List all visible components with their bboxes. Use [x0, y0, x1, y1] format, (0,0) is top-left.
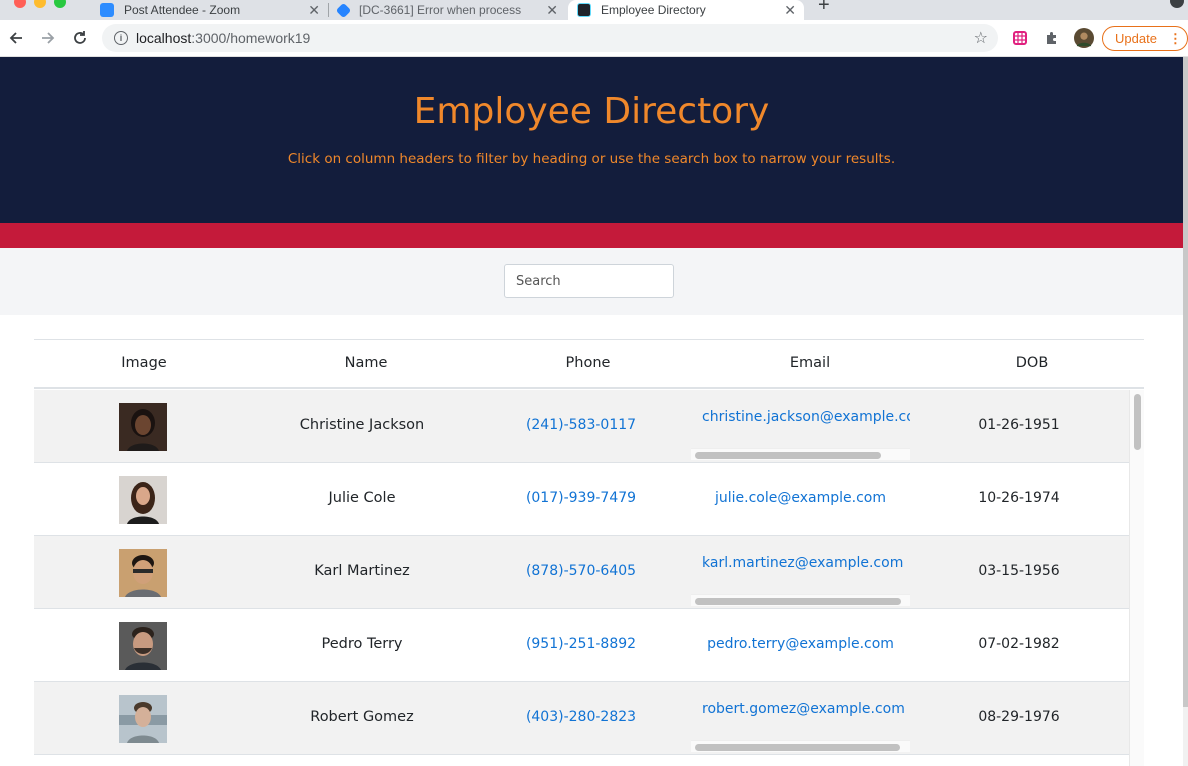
- close-window-button[interactable]: [14, 0, 26, 8]
- tab-separator: [328, 3, 329, 17]
- email-horizontal-scrollbar[interactable]: [691, 594, 910, 606]
- bookmark-star-icon[interactable]: ☆: [974, 28, 988, 47]
- table-body: Christine Jackson (241)-583-0117 christi…: [34, 390, 1144, 766]
- table-header: Image Name Phone Email DOB: [34, 339, 1144, 389]
- close-tab-icon[interactable]: ✕: [546, 2, 558, 19]
- close-tab-icon[interactable]: ✕: [308, 2, 320, 19]
- employee-photo: [119, 622, 167, 670]
- employee-photo: [119, 476, 167, 524]
- arrow-right-icon: [42, 32, 55, 44]
- column-header-phone[interactable]: Phone: [488, 355, 688, 371]
- search-input[interactable]: [504, 264, 674, 298]
- more-menu-icon: ⋮: [1168, 30, 1182, 46]
- employee-phone-link[interactable]: (241)-583-0117: [481, 417, 681, 433]
- employee-phone-link[interactable]: (951)-251-8892: [481, 636, 681, 652]
- scrollbar-thumb[interactable]: [1183, 57, 1188, 707]
- employee-photo: [119, 549, 167, 597]
- browser-tab-jira[interactable]: [DC-3661] Error when process ✕: [330, 0, 566, 20]
- employee-dob: 03-15-1956: [978, 563, 1060, 579]
- tab-title: [DC-3661] Error when process: [359, 3, 522, 17]
- column-header-name[interactable]: Name: [266, 355, 466, 371]
- zoom-icon: [100, 3, 114, 17]
- employee-email-link[interactable]: christine.jackson@example.com: [702, 409, 910, 425]
- url-host: localhost: [136, 30, 192, 46]
- browser-tab-employee-directory[interactable]: Employee Directory ✕: [568, 0, 804, 20]
- employee-photo: [119, 403, 167, 451]
- employee-phone-link[interactable]: (017)-939-7479: [481, 490, 681, 506]
- site-info-icon[interactable]: i: [114, 31, 128, 45]
- scrollbar-thumb[interactable]: [695, 744, 900, 751]
- email-cell: karl.martinez@example.com: [691, 549, 910, 607]
- employee-email-link[interactable]: julie.cole@example.com: [691, 490, 910, 506]
- browser-toolbar: i localhost:3000/homework19 ☆ Update ⋮: [0, 20, 1188, 57]
- tab-title: Post Attendee - Zoom: [124, 3, 241, 17]
- close-tab-icon[interactable]: ✕: [784, 2, 796, 19]
- email-cell: robert.gomez@example.com: [691, 695, 910, 753]
- employee-name: Julie Cole: [328, 490, 396, 506]
- employee-email-link[interactable]: karl.martinez@example.com: [702, 555, 910, 571]
- url-path: :3000/homework19: [191, 30, 311, 46]
- scrollbar-thumb[interactable]: [1134, 394, 1141, 450]
- employee-dob: 01-26-1951: [978, 417, 1060, 433]
- browser-tab-bar: Post Attendee - Zoom ✕ [DC-3661] Error w…: [0, 0, 1188, 20]
- search-section: [0, 248, 1183, 315]
- browser-update-button[interactable]: Update ⋮: [1102, 26, 1188, 51]
- employee-name: Christine Jackson: [299, 417, 425, 433]
- extensions-puzzle-icon[interactable]: [1042, 28, 1062, 48]
- address-bar[interactable]: i localhost:3000/homework19 ☆: [102, 24, 998, 52]
- profile-avatar[interactable]: [1074, 28, 1094, 48]
- employee-email-link[interactable]: robert.gomez@example.com: [702, 701, 910, 717]
- table-row: Karl Martinez (878)-570-6405 karl.martin…: [34, 536, 1129, 609]
- reload-icon: [74, 31, 86, 44]
- email-cell: julie.cole@example.com: [691, 476, 910, 534]
- url-text: localhost:3000/homework19: [136, 30, 310, 46]
- employee-photo: [119, 695, 167, 743]
- email-horizontal-scrollbar[interactable]: [691, 448, 910, 460]
- page-viewport: Employee Directory Click on column heade…: [0, 57, 1183, 766]
- new-tab-button[interactable]: +: [818, 0, 830, 17]
- table-row: Robert Gomez (403)-280-2823 robert.gomez…: [34, 682, 1129, 755]
- column-header-dob[interactable]: DOB: [932, 355, 1132, 371]
- zoom-window-button[interactable]: [54, 0, 66, 8]
- tab-search-icon[interactable]: [1170, 0, 1184, 8]
- employee-dob: 07-02-1982: [978, 636, 1060, 652]
- employee-name: Pedro Terry: [321, 636, 403, 652]
- react-icon: [577, 3, 591, 17]
- page-scrollbar[interactable]: [1183, 57, 1188, 766]
- employee-phone-link[interactable]: (878)-570-6405: [481, 563, 681, 579]
- employee-email-link[interactable]: pedro.terry@example.com: [691, 636, 910, 652]
- back-button[interactable]: [4, 26, 28, 50]
- accent-stripe: [0, 223, 1183, 248]
- employee-name: Robert Gomez: [310, 709, 414, 725]
- email-cell: pedro.terry@example.com: [691, 622, 910, 680]
- browser-tab-zoom[interactable]: Post Attendee - Zoom ✕: [92, 0, 328, 20]
- forward-button[interactable]: [36, 26, 60, 50]
- page-title: Employee Directory: [413, 91, 770, 132]
- table-row: Julie Cole (017)-939-7479 julie.cole@exa…: [34, 463, 1129, 536]
- employee-dob: 08-29-1976: [978, 709, 1060, 725]
- update-label: Update: [1115, 31, 1157, 46]
- employee-name: Karl Martinez: [314, 563, 410, 579]
- email-horizontal-scrollbar[interactable]: [691, 740, 910, 752]
- employee-phone-link[interactable]: (403)-280-2823: [481, 709, 681, 725]
- employee-dob: 10-26-1974: [978, 490, 1060, 506]
- column-header-image[interactable]: Image: [44, 355, 244, 371]
- email-cell: christine.jackson@example.com: [691, 403, 910, 461]
- table-row: Pedro Terry (951)-251-8892 pedro.terry@e…: [34, 609, 1129, 682]
- minimize-window-button[interactable]: [34, 0, 46, 8]
- column-header-email[interactable]: Email: [710, 355, 910, 371]
- hero-header: Employee Directory Click on column heade…: [0, 57, 1183, 223]
- table-vertical-scrollbar[interactable]: [1129, 390, 1144, 766]
- reload-button[interactable]: [68, 26, 92, 50]
- jira-icon: [335, 2, 352, 18]
- scrollbar-thumb[interactable]: [695, 452, 881, 459]
- table-row: Christine Jackson (241)-583-0117 christi…: [34, 390, 1129, 463]
- tab-title: Employee Directory: [601, 3, 706, 17]
- extension-grid-icon[interactable]: [1010, 28, 1030, 48]
- arrow-left-icon: [9, 32, 22, 44]
- scrollbar-thumb[interactable]: [695, 598, 901, 605]
- page-subtitle: Click on column headers to filter by hea…: [287, 151, 896, 167]
